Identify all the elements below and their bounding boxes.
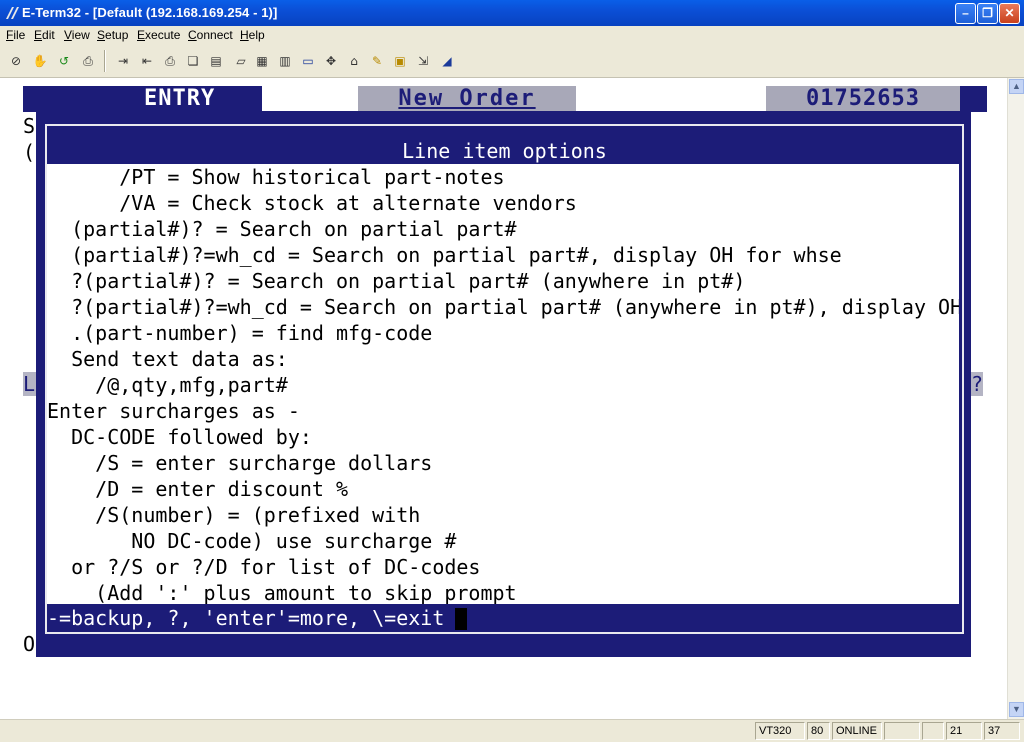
help-line: (partial#)?=wh_cd = Search on partial pa… xyxy=(47,243,842,267)
order-number: 01752653 xyxy=(766,86,960,112)
help-line: /VA = Check stock at alternate vendors xyxy=(47,191,577,215)
eterm-app-icon xyxy=(6,7,19,19)
move-icon[interactable]: ✥ xyxy=(321,51,341,71)
menu-execute[interactable]: Execute xyxy=(137,28,180,42)
columns-icon[interactable]: ▥ xyxy=(275,51,295,71)
dialog-title: Line item options xyxy=(402,139,607,163)
dialog-prompt: -=backup, ?, 'enter'=more, \=exit xyxy=(47,606,457,630)
scroll-up-button[interactable]: ▲ xyxy=(1009,79,1024,94)
status-field xyxy=(922,722,944,740)
script-icon[interactable]: ▣ xyxy=(390,51,410,71)
menu-help[interactable]: Help xyxy=(240,28,265,42)
help-line: /PT = Show historical part-notes xyxy=(47,165,505,189)
background-text: O xyxy=(23,632,36,656)
display-132-icon[interactable]: ▭ xyxy=(298,51,318,71)
menu-file[interactable]: File xyxy=(6,28,25,42)
help-line: .(part-number) = find mfg-code xyxy=(47,321,433,345)
status-field xyxy=(884,722,920,740)
help-line: /S(number) = (prefixed with xyxy=(47,503,421,527)
exit-icon[interactable]: ⇲ xyxy=(413,51,433,71)
clear-icon[interactable]: ▱ xyxy=(231,51,251,71)
close-button[interactable]: ✕ xyxy=(999,3,1020,24)
print-icon[interactable]: ⎙ xyxy=(160,51,180,71)
help-line: ?(partial#)?=wh_cd = Search on partial p… xyxy=(47,295,959,319)
hand-icon[interactable]: ✋ xyxy=(30,51,50,71)
help-line: or ?/S or ?/D for list of DC-codes xyxy=(47,555,481,579)
cursor-column: 37 xyxy=(984,722,1020,740)
connect-icon[interactable]: ↺ xyxy=(54,51,74,71)
send-file-icon[interactable]: ⇥ xyxy=(113,51,133,71)
screen-mode-label: ENTRY xyxy=(144,86,216,111)
paste-icon[interactable]: ▤ xyxy=(206,51,226,71)
cursor-row: 21 xyxy=(946,722,982,740)
terminal-type: VT320 xyxy=(755,722,805,740)
background-text: ? xyxy=(971,372,984,396)
restore-button[interactable]: ❐ xyxy=(977,3,998,24)
menu-connect[interactable]: Connect xyxy=(188,28,233,42)
help-line: ?(partial#)? = Search on partial part# (… xyxy=(47,269,746,293)
column-count: 80 xyxy=(807,722,830,740)
edit-icon[interactable]: ◢ xyxy=(437,51,457,71)
vertical-scrollbar[interactable]: ▲ ▼ xyxy=(1007,78,1024,719)
header-gap xyxy=(262,86,358,112)
copy-icon[interactable]: ❏ xyxy=(183,51,203,71)
background-text: S xyxy=(23,114,36,138)
help-line: /D = enter discount % xyxy=(47,477,349,501)
dialog-body: /PT = Show historical part-notes /VA = C… xyxy=(47,164,959,604)
toolbar-separator xyxy=(104,50,106,72)
text-cursor xyxy=(455,608,467,630)
help-line: /S = enter surcharge dollars xyxy=(47,451,433,475)
help-line: /@,qty,mfg,part# xyxy=(47,373,288,397)
help-line: Send text data as: xyxy=(47,347,288,371)
help-line: NO DC-code) use surcharge # xyxy=(47,529,457,553)
menu-bar: File Edit View Setup Execute Connect Hel… xyxy=(0,26,1024,45)
screen-title: New Order xyxy=(358,86,576,112)
help-line: DC-CODE followed by: xyxy=(47,425,312,449)
window-title: E-Term32 - [Default (192.168.169.254 - 1… xyxy=(22,5,278,20)
help-line: (Add ':' plus amount to skip prompt xyxy=(47,581,517,604)
background-text: ( xyxy=(23,140,36,164)
receive-file-icon[interactable]: ⇤ xyxy=(137,51,157,71)
scroll-down-button[interactable]: ▼ xyxy=(1009,702,1024,717)
menu-edit[interactable]: Edit xyxy=(34,28,55,42)
menu-setup[interactable]: Setup xyxy=(97,28,128,42)
help-line: Enter surcharges as - xyxy=(47,399,300,423)
toolbar: ⊘ ✋ ↺ ⎙ ⇥ ⇤ ⎙ ❏ ▤ ▱ ▦ ▥ ▭ ✥ ⌂ ✎ ▣ ⇲ ◢ xyxy=(0,45,1024,78)
disconnect-icon[interactable]: ⊘ xyxy=(6,51,26,71)
header-gap xyxy=(576,86,766,112)
keypad-icon[interactable]: ▦ xyxy=(252,51,272,71)
background-text: L xyxy=(23,372,36,396)
title-bar: E-Term32 - [Default (192.168.169.254 - 1… xyxy=(0,0,1024,26)
network-icon[interactable]: ⌂ xyxy=(344,51,364,71)
connection-status: ONLINE xyxy=(832,722,882,740)
minimize-button[interactable]: – xyxy=(955,3,976,24)
help-line: (partial#)? = Search on partial part# xyxy=(47,217,517,241)
menu-view[interactable]: View xyxy=(64,28,90,42)
terminal-screen[interactable]: ENTRY New Order 01752653 S ( L ? O Line … xyxy=(0,78,1007,719)
print-setup-icon[interactable]: ⎙ xyxy=(78,51,98,71)
macro-icon[interactable]: ✎ xyxy=(367,51,387,71)
status-bar: VT320 80 ONLINE 21 37 xyxy=(0,719,1024,742)
